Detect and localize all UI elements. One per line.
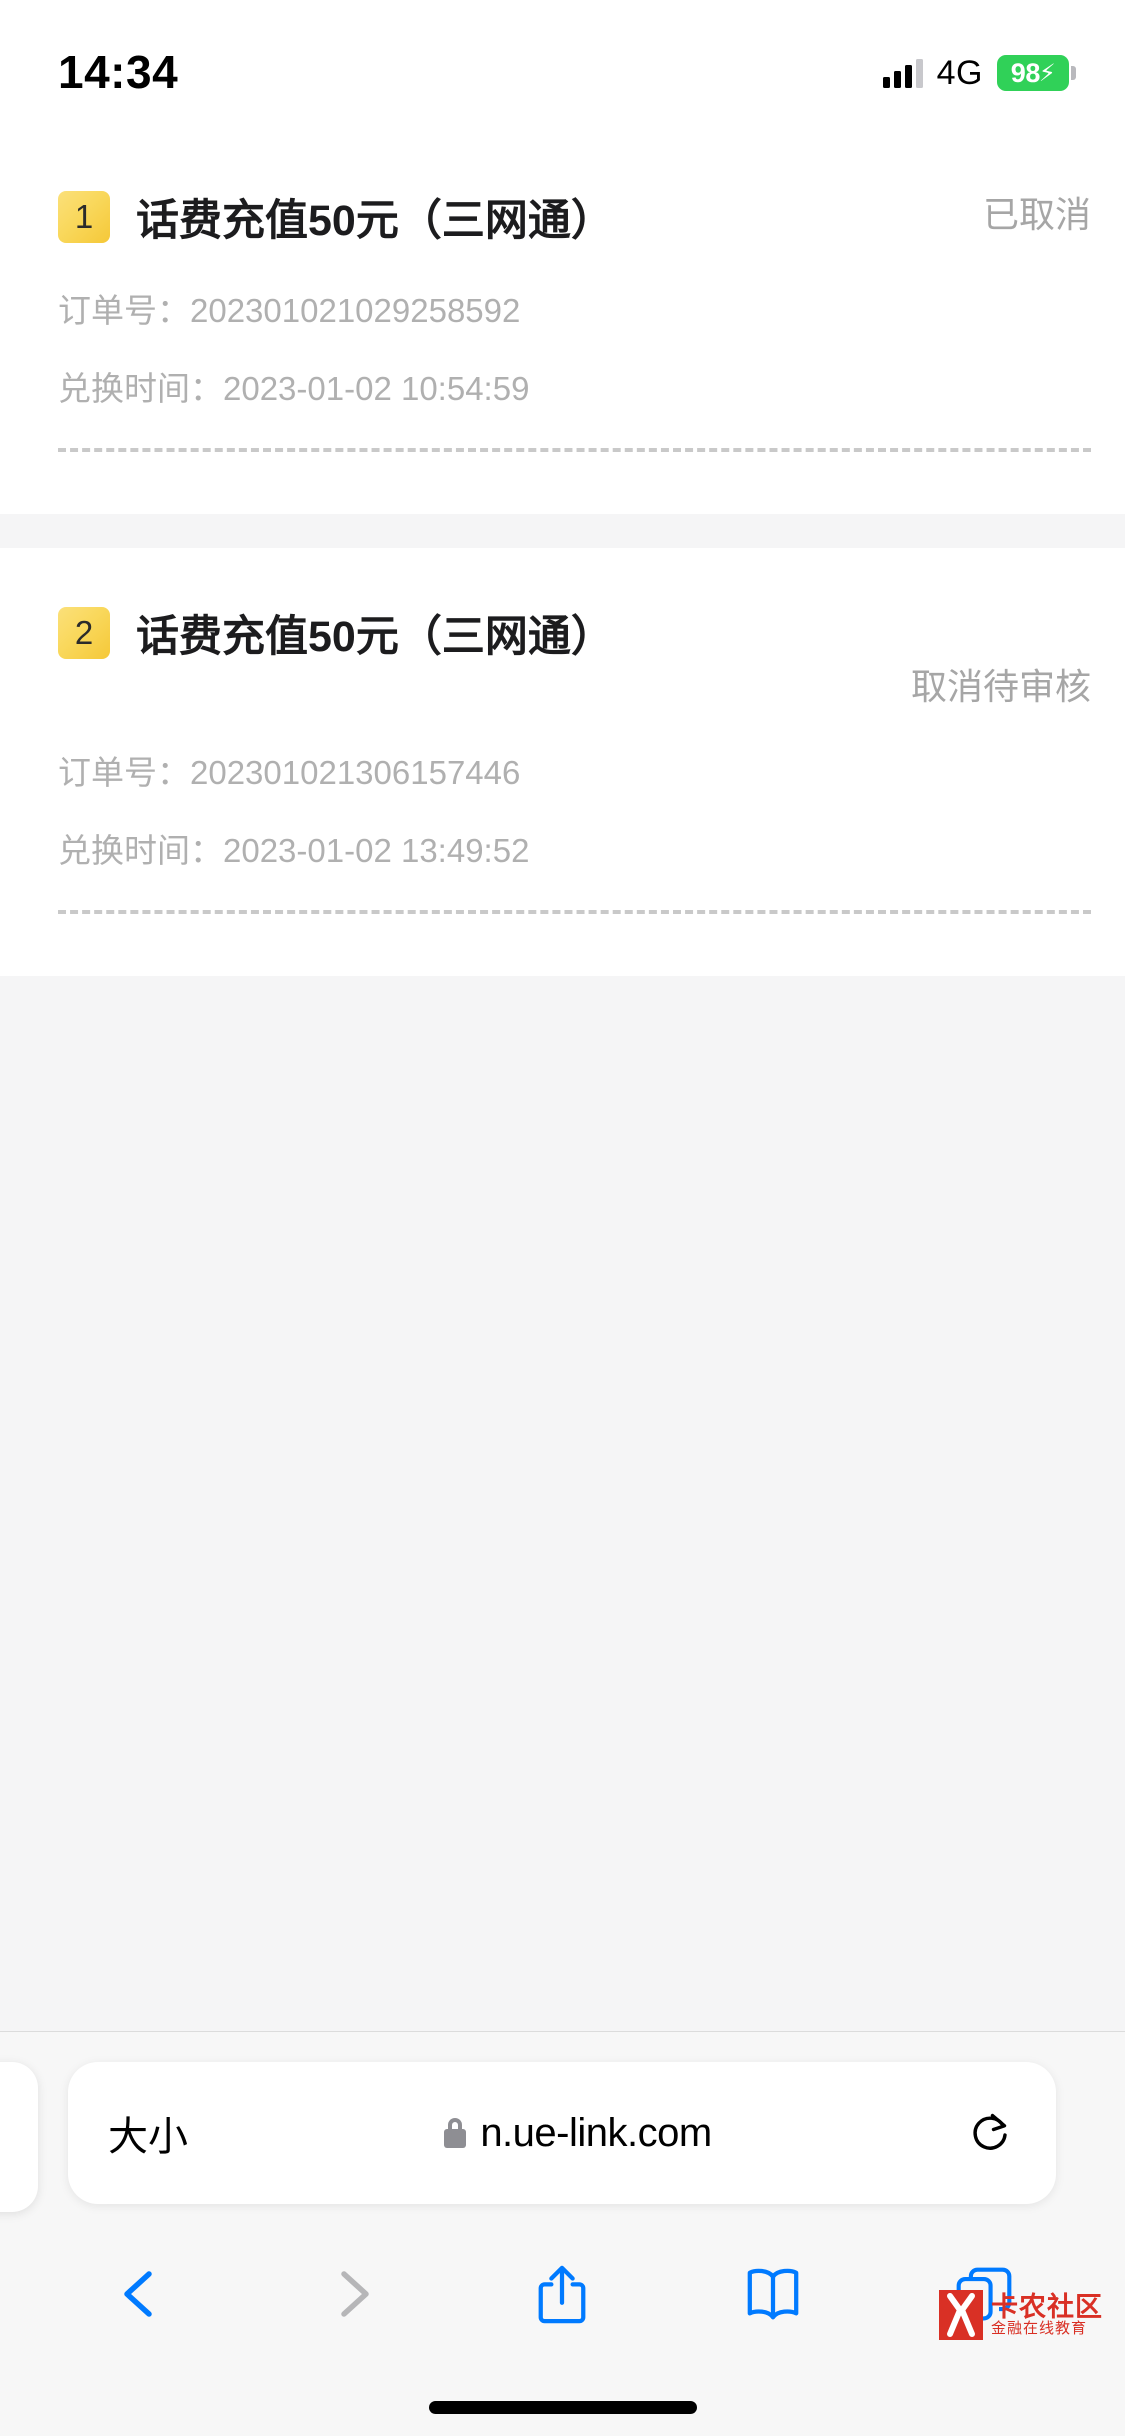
order-number-value: 202301021306157446 bbox=[190, 754, 521, 791]
order-time-value: 2023-01-02 13:49:52 bbox=[223, 832, 530, 869]
order-number-row: 订单号：202301021306157446 bbox=[58, 746, 1091, 794]
order-header-row: 1 话费充值50元（三网通） 已取消 bbox=[58, 186, 1091, 248]
order-time-label: 兑换时间： bbox=[58, 832, 223, 869]
order-index-badge: 2 bbox=[58, 607, 110, 659]
order-time-value: 2023-01-02 10:54:59 bbox=[223, 370, 530, 407]
order-title: 话费充值50元（三网通） bbox=[136, 613, 614, 661]
network-type-label: 4G bbox=[936, 53, 983, 92]
order-time-row: 兑换时间：2023-01-02 10:54:59 bbox=[58, 362, 1091, 410]
url-display[interactable]: n.ue-link.com bbox=[188, 2111, 968, 2156]
watermark-subtitle: 金融在线教育 bbox=[991, 2320, 1088, 2338]
order-number-label: 订单号： bbox=[58, 292, 190, 329]
order-header-row: 2 话费充值50元（三网通） 取消待审核 bbox=[58, 602, 1091, 710]
site-watermark: 卡农社区 金融在线教育 bbox=[939, 2290, 1103, 2340]
address-bar[interactable]: 大小 n.ue-link.com bbox=[68, 2062, 1056, 2204]
order-title-group: 1 话费充值50元（三网通） bbox=[58, 186, 614, 248]
book-icon[interactable] bbox=[718, 2239, 828, 2349]
lock-icon bbox=[444, 2118, 467, 2148]
order-number-value: 202301021029258592 bbox=[190, 292, 521, 329]
chevron-right-icon bbox=[297, 2239, 407, 2349]
order-time-row: 兑换时间：2023-01-02 13:49:52 bbox=[58, 824, 1091, 872]
order-title: 话费充值50元（三网通） bbox=[136, 197, 614, 245]
card-separator bbox=[0, 514, 1125, 548]
order-number-label: 订单号： bbox=[58, 754, 190, 791]
reload-icon[interactable] bbox=[968, 2110, 1014, 2156]
browser-bottom-bar: 大小 n.ue-link.com 卡农社区 金融在线教育 bbox=[0, 2031, 1125, 2436]
order-card[interactable]: 2 话费充值50元（三网通） 取消待审核 订单号：202301021306157… bbox=[0, 548, 1125, 976]
order-time-label: 兑换时间： bbox=[58, 370, 223, 407]
status-bar-time: 14:34 bbox=[58, 46, 179, 98]
url-text: n.ue-link.com bbox=[480, 2110, 712, 2155]
battery-level-text: 98 bbox=[1010, 57, 1041, 88]
order-list-page: 1 话费充值50元（三网通） 已取消 订单号：20230102102925859… bbox=[0, 132, 1125, 2032]
home-indicator[interactable] bbox=[428, 2401, 697, 2414]
order-status-badge: 已取消 bbox=[982, 194, 1091, 235]
status-bar: 14:34 4G 98 ⚡ bbox=[0, 0, 1125, 132]
order-status-badge: 取消待审核 bbox=[910, 666, 1091, 707]
order-index-badge: 1 bbox=[58, 191, 110, 243]
signal-bars-icon bbox=[882, 58, 923, 88]
order-card[interactable]: 1 话费充值50元（三网通） 已取消 订单号：20230102102925859… bbox=[0, 132, 1125, 514]
previous-tab-peek[interactable] bbox=[0, 2062, 38, 2212]
chevron-left-icon[interactable] bbox=[86, 2239, 196, 2349]
battery-icon: 98 ⚡ bbox=[997, 55, 1076, 91]
charging-bolt-icon: ⚡ bbox=[1038, 59, 1056, 87]
share-icon[interactable] bbox=[507, 2239, 617, 2349]
order-number-row: 订单号：202301021029258592 bbox=[58, 284, 1091, 332]
text-size-button[interactable]: 大小 bbox=[108, 2104, 188, 2162]
watermark-title: 卡农社区 bbox=[991, 2291, 1103, 2322]
watermark-logo-icon bbox=[939, 2290, 983, 2340]
status-bar-indicators: 4G 98 ⚡ bbox=[882, 53, 1076, 93]
order-title-group: 2 话费充值50元（三网通） bbox=[58, 602, 614, 664]
